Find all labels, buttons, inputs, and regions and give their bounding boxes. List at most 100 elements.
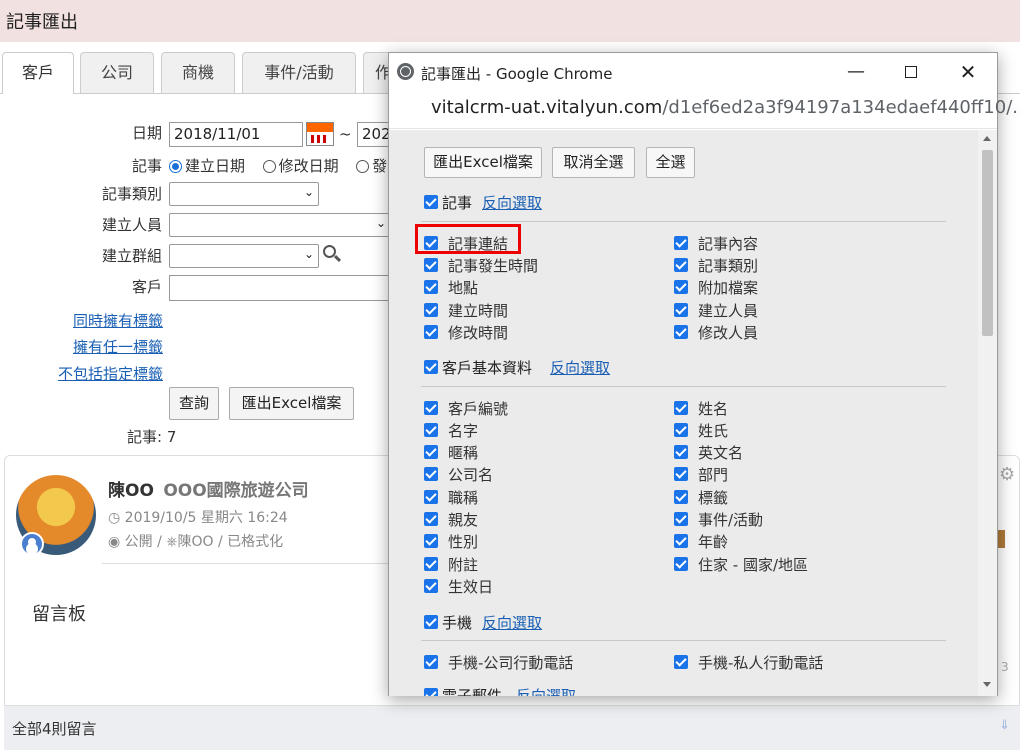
category-select[interactable]: ⌄	[169, 182, 319, 206]
field-checkbox[interactable]	[674, 401, 688, 415]
section-divider	[421, 221, 946, 222]
search-icon[interactable]	[322, 244, 342, 264]
field-checkbox[interactable]	[674, 445, 688, 459]
field-checkbox[interactable]	[674, 467, 688, 481]
creator-label: 建立人員	[101, 216, 162, 234]
field-checkbox[interactable]	[674, 423, 688, 437]
section-checkbox-mobile[interactable]	[424, 615, 438, 629]
field-checkbox[interactable]	[674, 280, 688, 294]
section-checkbox-notes[interactable]	[424, 195, 438, 209]
invert-link-notes[interactable]: 反向選取	[482, 192, 542, 213]
link-any-tag[interactable]: 擁有任一標籤	[20, 336, 163, 357]
section-title-mobile: 手機	[442, 614, 473, 632]
popup-export-button[interactable]: 匯出Excel檔案	[424, 147, 542, 178]
date-from-input[interactable]: 2018/11/01	[169, 122, 303, 147]
field-label: 姓氏	[698, 422, 729, 440]
side-tag	[997, 530, 1005, 548]
field-checkbox[interactable]	[424, 280, 438, 294]
field-checkbox[interactable]	[424, 325, 438, 339]
field-checkbox[interactable]	[424, 557, 438, 571]
field-label: 生效日	[448, 578, 494, 596]
field-checkbox[interactable]	[674, 236, 688, 250]
field-label: 年齡	[698, 533, 729, 551]
field-checkbox[interactable]	[424, 303, 438, 317]
record-owner-name[interactable]: 陳OO	[108, 481, 154, 501]
expand-icon[interactable]: ⇓	[999, 718, 1010, 733]
field-checkbox[interactable]	[424, 258, 438, 272]
field-label: 修改時間	[448, 324, 509, 342]
customer-input[interactable]	[169, 275, 391, 301]
field-label: 附加檔案	[698, 279, 759, 297]
field-checkbox[interactable]	[424, 490, 438, 504]
popup-url[interactable]: vitalcrm-uat.vitalyun.com/d1ef6ed2a3f941…	[431, 97, 1020, 118]
creator-select[interactable]: ⌄	[169, 213, 391, 237]
popup-window-title: 記事匯出 - Google Chrome	[421, 65, 613, 83]
field-checkbox[interactable]	[424, 423, 438, 437]
field-checkbox[interactable]	[674, 303, 688, 317]
tab-opportunity[interactable]: 商機	[161, 52, 235, 93]
popup-scrollbar[interactable]	[978, 130, 997, 696]
tab-company[interactable]: 公司	[80, 52, 154, 93]
field-checkbox[interactable]	[674, 512, 688, 526]
calendar-icon[interactable]	[306, 122, 334, 146]
field-checkbox[interactable]	[674, 490, 688, 504]
scroll-up-arrow-icon[interactable]	[983, 136, 991, 141]
radio-other-label: 發	[372, 157, 388, 175]
gear-icon[interactable]: ⚙	[999, 464, 1015, 485]
record-company[interactable]: OOO國際旅遊公司	[163, 481, 308, 501]
field-label: 事件/活動	[698, 511, 764, 529]
invert-link-customer[interactable]: 反向選取	[550, 357, 610, 378]
field-label: 英文名	[698, 444, 744, 462]
field-label: 手機-公司行動電話	[448, 654, 574, 672]
clear-all-button[interactable]: 取消全選	[552, 147, 635, 178]
link-all-tags[interactable]: 同時擁有標籤	[20, 310, 163, 331]
tab-events[interactable]: 事件/活動	[242, 52, 356, 93]
field-checkbox[interactable]	[674, 534, 688, 548]
section-divider	[421, 640, 946, 641]
minimize-button[interactable]: —	[844, 61, 868, 83]
scroll-down-arrow-icon[interactable]	[983, 682, 991, 687]
field-label: 公司名	[448, 466, 494, 484]
section-checkbox-email[interactable]	[424, 688, 438, 696]
field-checkbox[interactable]	[674, 325, 688, 339]
field-checkbox[interactable]	[424, 467, 438, 481]
field-checkbox[interactable]	[424, 579, 438, 593]
query-button[interactable]: 查詢	[169, 387, 219, 420]
field-label: 標籤	[698, 489, 729, 507]
partial-right-text: 3	[1001, 660, 1009, 674]
url-path: /d1ef6ed2a3f94197a134edaef440ff10/...	[662, 97, 1020, 118]
field-label: 姓名	[698, 400, 729, 418]
field-label: 職稱	[448, 489, 479, 507]
scroll-thumb[interactable]	[982, 150, 993, 336]
field-checkbox[interactable]	[424, 512, 438, 526]
maximize-button[interactable]	[899, 61, 923, 83]
link-exclude-tags[interactable]: 不包括指定標籤	[20, 363, 163, 384]
tab-customer[interactable]: 客戶	[2, 52, 74, 94]
section-checkbox-customer[interactable]	[424, 360, 438, 374]
field-checkbox[interactable]	[674, 258, 688, 272]
record-status: 已格式化	[227, 534, 284, 550]
radio-other-date[interactable]	[356, 160, 370, 173]
field-label: 暱稱	[448, 444, 479, 462]
group-label: 建立群組	[101, 247, 162, 265]
field-checkbox[interactable]	[424, 401, 438, 415]
radio-modify-date[interactable]	[262, 160, 276, 173]
eye-icon: ◉	[108, 534, 121, 550]
comments-bar: 全部4則留言 ⇓	[4, 705, 1020, 750]
invert-link-email[interactable]: 反向選取	[516, 685, 576, 696]
select-all-button[interactable]: 全選	[646, 147, 695, 178]
export-excel-button[interactable]: 匯出Excel檔案	[229, 387, 354, 420]
close-button[interactable]: ✕	[956, 61, 980, 83]
field-label: 建立人員	[698, 302, 759, 320]
section-title-customer: 客戶基本資料	[442, 359, 533, 377]
comments-count[interactable]: 全部4則留言	[12, 718, 97, 739]
invert-link-mobile[interactable]: 反向選取	[482, 612, 542, 633]
field-checkbox[interactable]	[674, 655, 688, 669]
group-select[interactable]: ⌄	[169, 244, 319, 268]
field-checkbox[interactable]	[424, 445, 438, 459]
record-datetime: 2019/10/5 星期六 16:24	[124, 510, 288, 526]
field-checkbox[interactable]	[424, 534, 438, 548]
radio-create-date[interactable]	[169, 160, 182, 173]
field-checkbox[interactable]	[674, 557, 688, 571]
field-checkbox[interactable]	[424, 655, 438, 669]
